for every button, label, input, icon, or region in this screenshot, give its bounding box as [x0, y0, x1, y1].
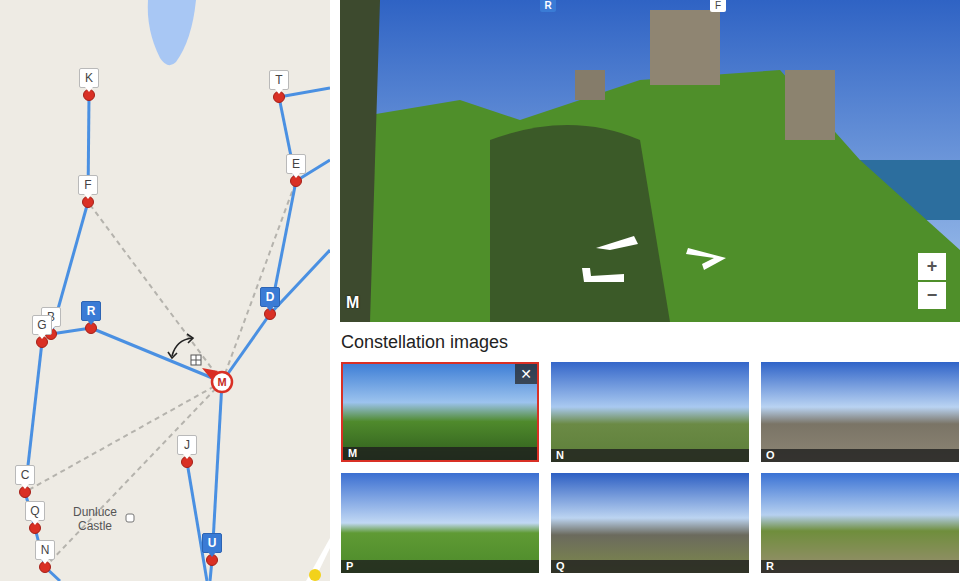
node-label[interactable]: Q [25, 501, 45, 521]
poi-dot [309, 569, 321, 581]
move-handle-icon[interactable] [191, 355, 201, 365]
path-line [187, 462, 207, 581]
node-label[interactable]: J [177, 435, 197, 455]
current-node-marker[interactable] [202, 368, 232, 392]
thumbnail-caption: O [761, 449, 959, 462]
constellation-thumbnail[interactable]: P [341, 473, 539, 573]
road [306, 538, 330, 581]
panorama-viewer[interactable]: R F M + − [340, 0, 960, 322]
constellation-thumbnail[interactable]: N [551, 362, 749, 462]
panorama-photo [340, 0, 960, 322]
constellation-link [45, 382, 222, 567]
constellation-thumbnail[interactable]: R [761, 473, 959, 573]
node-label[interactable]: F [78, 175, 98, 195]
node-label[interactable]: G [32, 315, 52, 335]
thumbnail-caption: N [551, 449, 749, 462]
navigation-arrows-icon[interactable] [576, 228, 746, 288]
constellation-link [222, 181, 296, 382]
node-label[interactable]: D [260, 287, 280, 307]
node-label[interactable]: T [269, 70, 289, 90]
map[interactable]: KTEFBGRDMJCQNU Dunluce Castle [0, 0, 330, 581]
node-label[interactable]: K [79, 68, 99, 88]
right-panel: R F M + − Constellation images ✕ M N O P … [340, 0, 960, 581]
zoom-in-button[interactable]: + [918, 253, 946, 280]
path-line [222, 314, 270, 382]
current-node-label[interactable]: M [217, 376, 226, 388]
constellation-link [25, 382, 222, 492]
thumbnail-caption: R [761, 560, 959, 573]
constellation-grid: ✕ M N O P Q R [340, 362, 960, 573]
landmark-icon[interactable] [126, 514, 134, 522]
rotate-icon[interactable] [168, 334, 193, 358]
path-line [91, 328, 222, 382]
viewer-label: M [346, 294, 359, 312]
landmark-label: Dunluce Castle [66, 505, 124, 533]
zoom-controls: + − [918, 253, 946, 309]
constellation-link [88, 202, 222, 382]
constellation-title: Constellation images [340, 322, 960, 353]
constellation-thumbnail[interactable]: O [761, 362, 959, 462]
node-label[interactable]: N [35, 540, 55, 560]
node-label[interactable]: R [81, 301, 101, 321]
zoom-out-button[interactable]: − [918, 282, 946, 309]
app: KTEFBGRDMJCQNU Dunluce Castle RF M + − C… [0, 0, 960, 581]
close-button[interactable]: ✕ [515, 364, 537, 384]
water [148, 0, 196, 65]
thumbnail-caption: M [343, 447, 537, 460]
node-label[interactable]: C [15, 465, 35, 485]
viewer-marker[interactable]: R [540, 0, 556, 12]
node-label[interactable]: E [286, 154, 306, 174]
thumbnail-caption: Q [551, 560, 749, 573]
thumbnail-caption: P [341, 560, 539, 573]
path-line [51, 328, 91, 334]
constellation-thumbnail[interactable]: ✕ M [341, 362, 539, 462]
constellation-thumbnail[interactable]: Q [551, 473, 749, 573]
viewer-marker[interactable]: F [710, 0, 726, 12]
node-label[interactable]: U [202, 533, 222, 553]
